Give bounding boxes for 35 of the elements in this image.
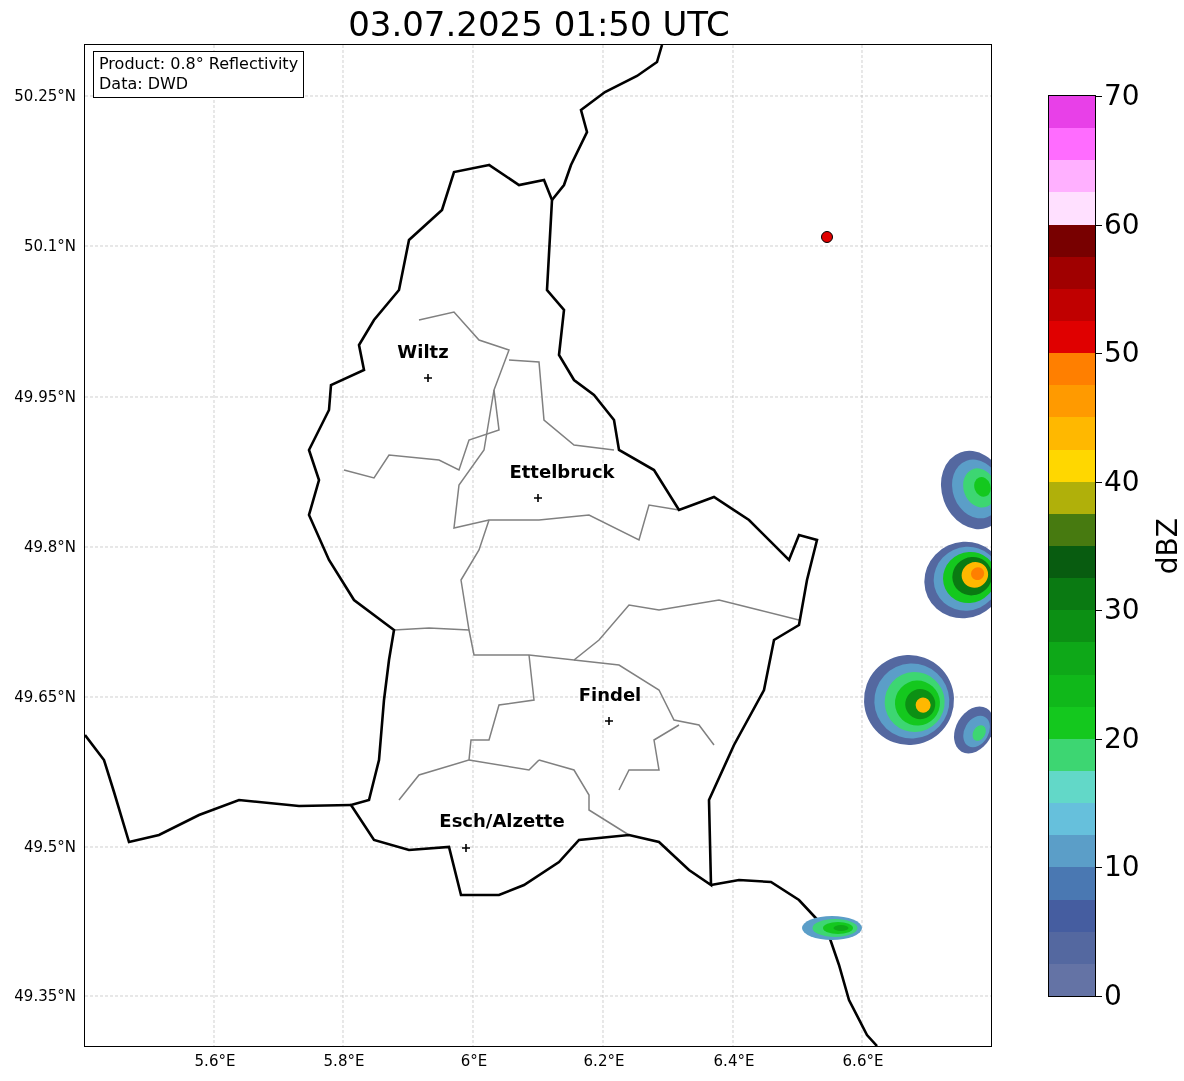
latitude-label: 50.25°N: [14, 87, 76, 105]
colorbar-tick-label: 40: [1104, 466, 1140, 497]
longitude-label: 5.8°E: [323, 1052, 365, 1070]
colorbar-tick-label: 30: [1104, 595, 1140, 626]
longitude-label: 5.6°E: [194, 1052, 236, 1070]
radar-echo: [802, 916, 862, 940]
longitude-label: 6.4°E: [713, 1052, 755, 1070]
colorbar-tick-label: 50: [1104, 338, 1140, 369]
info-text: Data: DWD: [99, 74, 190, 94]
city-label: Wiltz: [397, 342, 449, 362]
latitude-label: 49.65°N: [14, 688, 76, 706]
city-label: Findel: [578, 685, 642, 705]
longitude-label: 6.6°E: [842, 1052, 884, 1070]
colorbar-label: dBZ: [1151, 517, 1184, 575]
colorbar-tick-label: 10: [1104, 852, 1140, 883]
colorbar-tick-label: 60: [1104, 209, 1140, 240]
city-marker-icon: [423, 373, 433, 383]
city-marker-icon: [461, 843, 471, 853]
colorbar-tick-label: 20: [1104, 723, 1140, 754]
city-label: Ettelbruck: [509, 462, 615, 482]
longitude-label: 6.2°E: [583, 1052, 625, 1070]
info-text: Product: 0.8° Reflectivity: [99, 54, 299, 74]
latitude-label: 49.8°N: [23, 538, 76, 556]
colorbar-tick-label: 70: [1104, 81, 1140, 111]
latitude-label: 49.35°N: [14, 987, 76, 1005]
radar-site-marker: [821, 231, 833, 243]
longitude-label: 6°E: [460, 1052, 488, 1070]
city-marker-icon: [533, 493, 543, 503]
plot-title: 03.07.2025 01:50 UTC: [347, 3, 731, 45]
city-marker-icon: [604, 716, 614, 726]
latitude-label: 50.1°N: [23, 237, 76, 255]
latitude-label: 49.95°N: [14, 388, 76, 406]
colorbar-tick-label: 0: [1104, 981, 1122, 1011]
latitude-label: 49.5°N: [23, 838, 76, 856]
city-label: Esch/Alzette: [439, 811, 565, 831]
